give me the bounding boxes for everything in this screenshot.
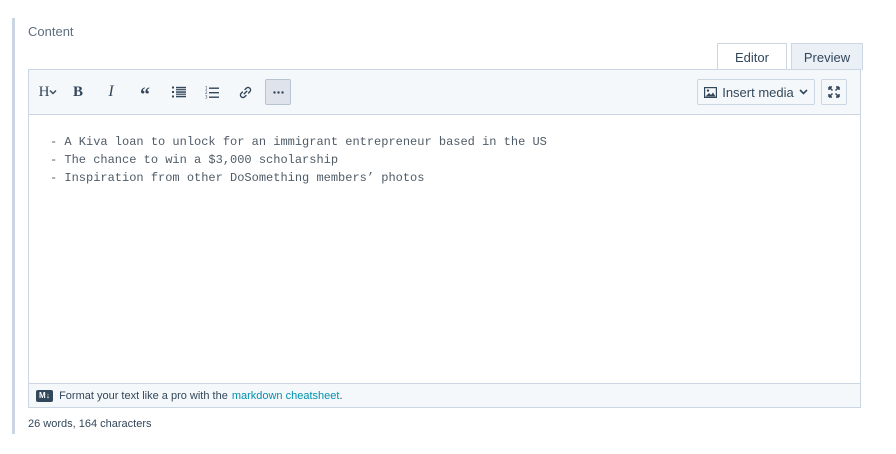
bold-icon: B [72, 83, 83, 100]
heading-icon: H [38, 83, 50, 100]
word-count: 26 words, 164 characters [28, 418, 152, 430]
footer-suffix: . [339, 389, 343, 402]
italic-button[interactable]: I [100, 79, 122, 105]
field-label: Content [28, 24, 74, 39]
italic-icon: I [108, 83, 114, 100]
chevron-down-icon [49, 90, 57, 95]
unordered-list-icon [172, 86, 186, 98]
markdown-textarea[interactable]: - A Kiva loan to unlock for an immigrant… [29, 115, 860, 383]
editor-tabs: Editor Preview [717, 43, 863, 71]
editor-line: - The chance to win a $3,000 scholarship [50, 153, 339, 167]
quote-icon: “ [140, 84, 150, 106]
unordered-list-button[interactable] [168, 79, 190, 105]
heading-button[interactable]: H [35, 79, 61, 105]
markdown-editor: H B I “ 1 2 3 Insert media - A Kiva loan… [28, 69, 861, 408]
fullscreen-button[interactable] [821, 79, 847, 105]
ordered-list-button[interactable]: 1 2 3 [201, 79, 223, 105]
footer-text: Format your text like a pro with the [59, 389, 228, 402]
tab-editor[interactable]: Editor [717, 43, 787, 71]
tab-preview[interactable]: Preview [791, 43, 863, 70]
image-icon [704, 86, 718, 98]
svg-text:3: 3 [205, 94, 208, 99]
markdown-cheatsheet-link[interactable]: markdown cheatsheet [232, 390, 340, 402]
editor-line: - Inspiration from other DoSomething mem… [50, 171, 425, 185]
markdown-icon: M↓ [36, 389, 54, 402]
quote-button[interactable]: “ [133, 79, 157, 105]
editor-footer: M↓ Format your text like a pro with the … [29, 383, 860, 407]
ordered-list-icon: 1 2 3 [205, 86, 219, 99]
bold-button[interactable]: B [67, 79, 89, 105]
link-button[interactable] [233, 79, 257, 105]
more-button[interactable] [265, 79, 291, 105]
chevron-down-icon [799, 89, 808, 95]
editor-line: - A Kiva loan to unlock for an immigrant… [50, 135, 547, 149]
insert-media-label: Insert media [722, 84, 794, 100]
link-icon [239, 86, 251, 98]
insert-media-button[interactable]: Insert media [697, 79, 815, 105]
editor-toolbar: H B I “ 1 2 3 Insert media [29, 70, 860, 115]
fullscreen-icon [828, 86, 840, 98]
more-icon [272, 90, 284, 94]
content-field: Content Editor Preview H B I “ 1 2 3 Ins… [12, 18, 875, 434]
